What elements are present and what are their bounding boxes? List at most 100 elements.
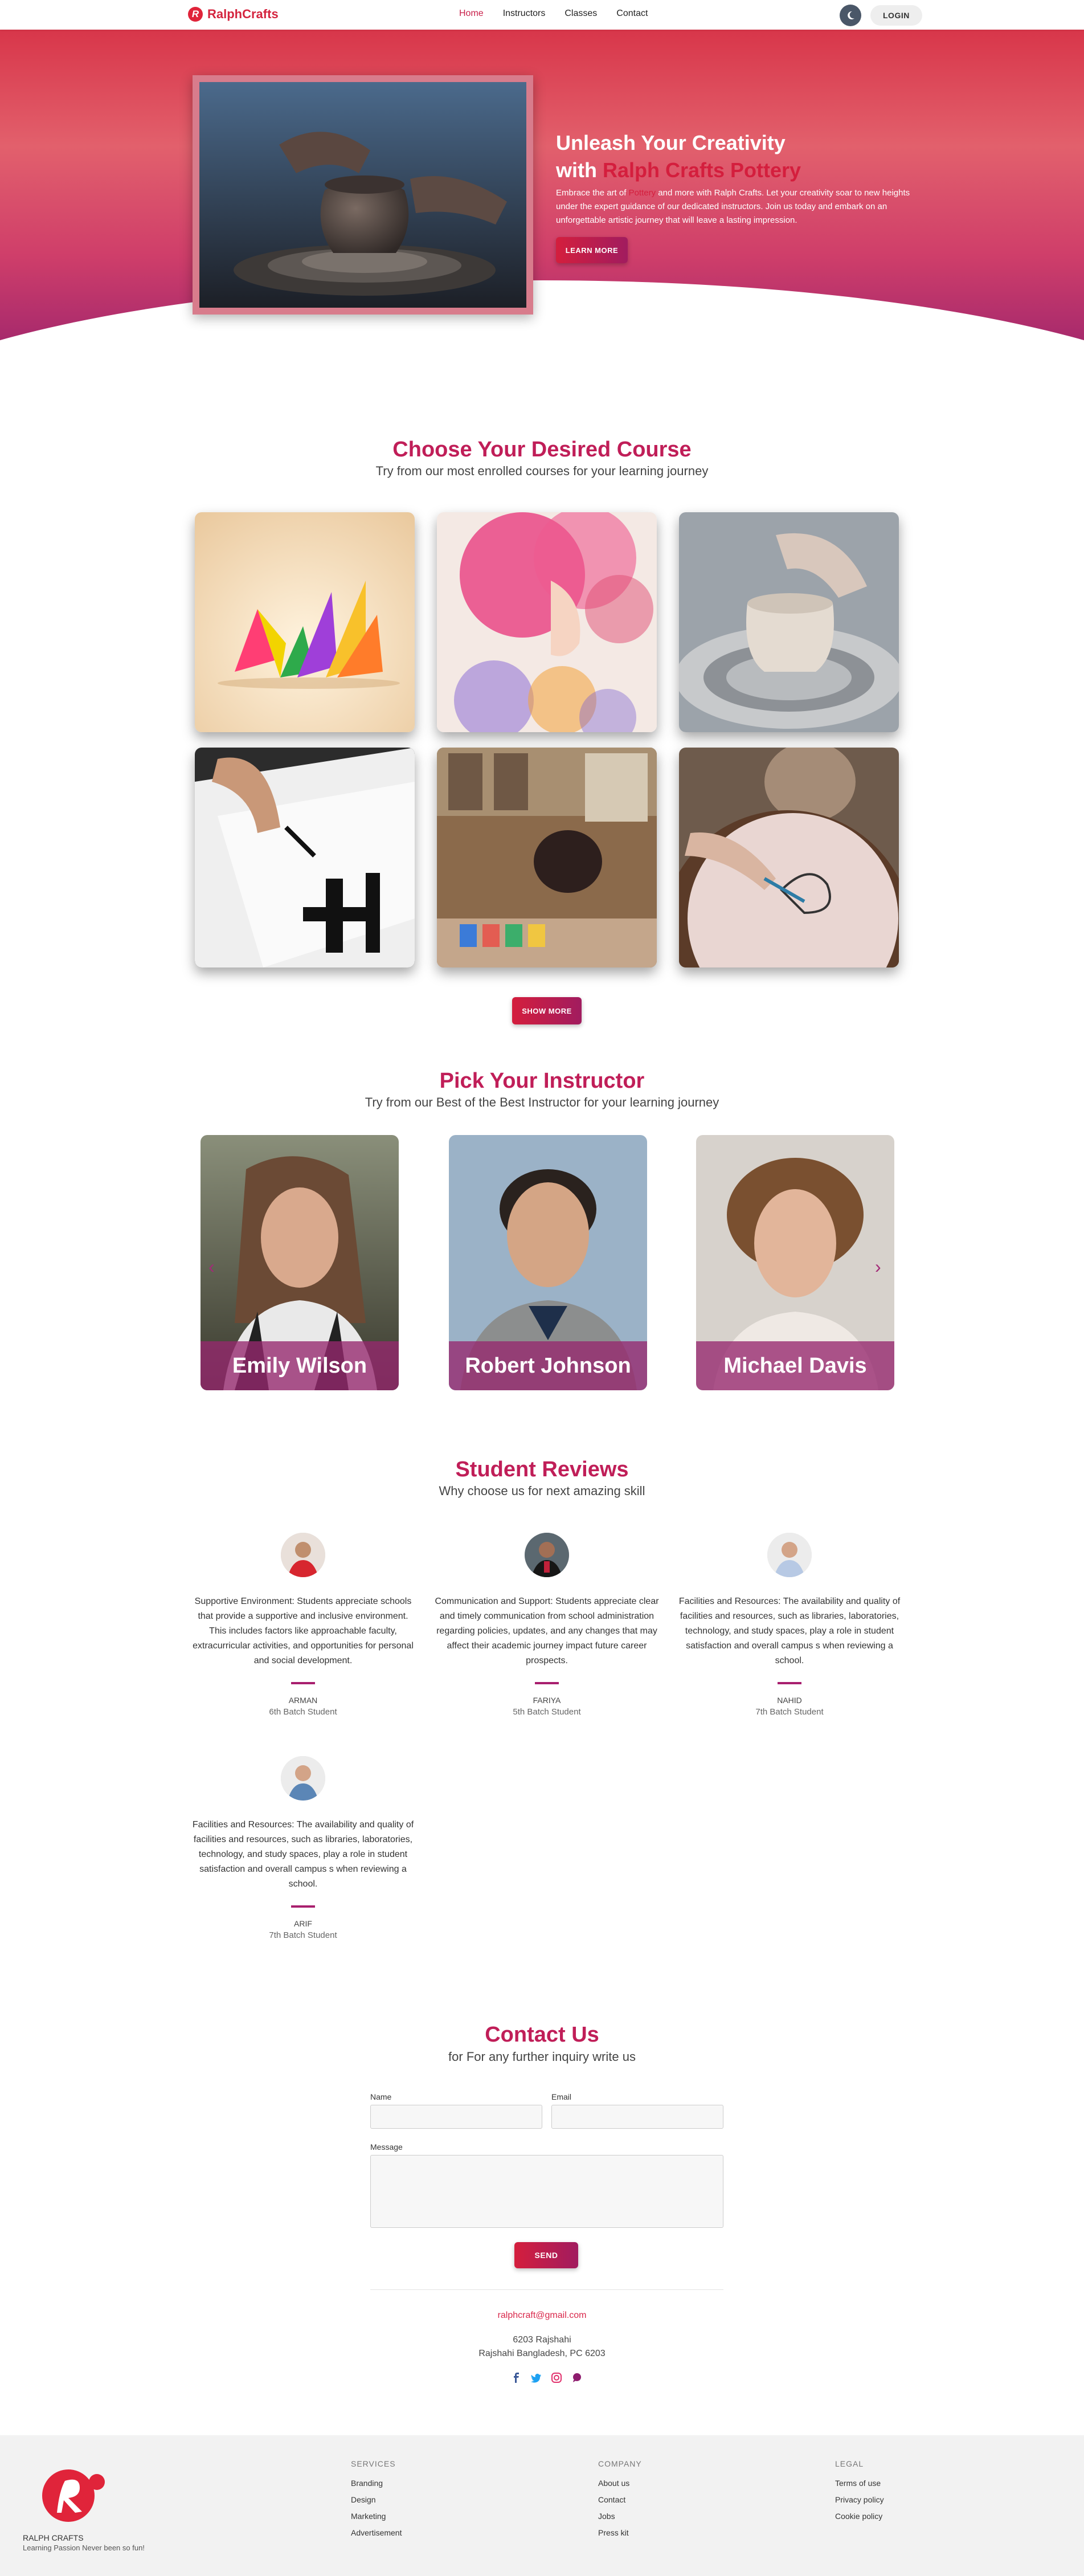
hero-title-highlight: Ralph Crafts Pottery (602, 158, 801, 182)
email-label: Email (551, 2092, 572, 2101)
divider (291, 1682, 315, 1684)
send-button[interactable]: SEND (514, 2242, 578, 2268)
hero-pottery-image (193, 75, 533, 315)
hero-curve-shape (0, 280, 1084, 394)
divider (778, 1682, 801, 1684)
hero-description: Embrace the art of Pottery and more with… (556, 188, 910, 225)
footer-link[interactable]: Press kit (598, 2528, 642, 2537)
course-card-origami[interactable] (195, 512, 415, 732)
chat-icon[interactable] (572, 2373, 582, 2383)
nav-link-classes[interactable]: Classes (565, 9, 597, 19)
review-text: Facilities and Resources: The availabili… (192, 1820, 414, 1889)
instagram-icon[interactable] (551, 2373, 562, 2383)
main-menu: Home Instructors Classes Contact (459, 9, 648, 19)
reviewer-batch: 7th Batch Student (269, 1930, 337, 1940)
contact-address-line1: 6203 Rajshahi (513, 2335, 571, 2345)
review-text: Communication and Support: Students appr… (435, 1597, 659, 1665)
course-card-calligraphy[interactable] (195, 748, 415, 967)
nav-link-contact[interactable]: Contact (616, 9, 648, 19)
show-more-button[interactable]: SHOW MORE (512, 997, 582, 1024)
footer-link[interactable]: Terms of use (835, 2479, 884, 2488)
footer-services: SERVICES Branding Design Marketing Adver… (351, 2459, 402, 2545)
top-navbar: R RalphCrafts Home Instructors Classes C… (0, 0, 1084, 30)
footer-link[interactable]: About us (598, 2479, 642, 2488)
instructor-name: Emily Wilson (201, 1341, 399, 1390)
reviewer-name: ARIF (294, 1919, 312, 1928)
footer-company: COMPANY About us Contact Jobs Press kit (598, 2459, 642, 2545)
reviewer-batch: 5th Batch Student (513, 1707, 581, 1717)
message-field[interactable] (370, 2155, 723, 2228)
reviewer-batch: 6th Batch Student (269, 1707, 337, 1717)
review-card: Supportive Environment: Students appreci… (189, 1533, 417, 1717)
divider (535, 1682, 559, 1684)
facebook-icon[interactable] (512, 2373, 521, 2383)
email-field[interactable] (551, 2105, 723, 2129)
reviews-title: Student Reviews (455, 1458, 629, 1481)
course-card-plate-painting[interactable] (679, 748, 899, 967)
learn-more-button[interactable]: LEARN MORE (556, 237, 628, 263)
instructors-title: Pick Your Instructor (439, 1069, 645, 1093)
contact-title: Contact Us (485, 2023, 599, 2047)
footer-link[interactable]: Advertisement (351, 2528, 402, 2537)
nav-link-instructors[interactable]: Instructors (503, 9, 546, 19)
chevron-right-icon[interactable]: › (875, 1256, 881, 1277)
footer-logo-icon (42, 2469, 105, 2522)
instructor-name: Robert Johnson (449, 1341, 647, 1390)
hero-banner: Unleash Your Creativity with Ralph Craft… (0, 30, 1084, 394)
reviewer-name: FARIYA (533, 1696, 561, 1705)
social-links (512, 2373, 582, 2383)
footer-brand: RALPH CRAFTS (23, 2533, 84, 2542)
instructor-name: Michael Davis (696, 1341, 894, 1390)
divider (291, 1905, 315, 1908)
review-card: Communication and Support: Students appr… (433, 1533, 661, 1717)
courses-subtitle: Try from our most enrolled courses for y… (375, 464, 709, 478)
footer-link[interactable]: Jobs (598, 2512, 642, 2521)
nav-actions: LOGIN (840, 5, 922, 26)
footer-link[interactable]: Contact (598, 2495, 642, 2504)
footer-heading: SERVICES (351, 2459, 396, 2468)
footer-heading: COMPANY (598, 2459, 642, 2468)
login-button[interactable]: LOGIN (870, 5, 922, 26)
review-text: Supportive Environment: Students appreci… (193, 1597, 414, 1665)
brand-link[interactable]: R RalphCrafts (188, 7, 279, 22)
avatar (281, 1533, 325, 1577)
instructor-card[interactable]: Robert Johnson (449, 1135, 647, 1390)
footer-link[interactable]: Design (351, 2495, 402, 2504)
footer-link[interactable]: Privacy policy (835, 2495, 884, 2504)
contact-address-line2: Rajshahi Bangladesh, PC 6203 (478, 2349, 606, 2358)
footer-link[interactable]: Cookie policy (835, 2512, 884, 2521)
reviewer-name: NAHID (777, 1696, 802, 1705)
avatar (767, 1533, 812, 1577)
message-label: Message (370, 2142, 403, 2152)
name-field[interactable] (370, 2105, 542, 2129)
contact-divider (370, 2289, 723, 2290)
instructor-card[interactable]: Michael Davis (696, 1135, 894, 1390)
instructors-subtitle: Try from our Best of the Best Instructor… (365, 1095, 719, 1109)
reviews-subtitle: Why choose us for next amazing skill (439, 1484, 645, 1498)
review-card: Facilities and Resources: The availabili… (189, 1756, 417, 1940)
chevron-left-icon[interactable]: ‹ (208, 1256, 215, 1277)
footer-tagline: Learning Passion Never been so fun! (23, 2544, 145, 2552)
brand-logo-icon: R (188, 7, 203, 22)
footer-heading: LEGAL (835, 2459, 864, 2468)
nav-link-home[interactable]: Home (459, 9, 484, 19)
site-footer: RALPH CRAFTS Learning Passion Never been… (0, 2435, 1084, 2576)
review-text: Facilities and Resources: The availabili… (678, 1597, 901, 1665)
footer-link[interactable]: Branding (351, 2479, 402, 2488)
avatar (525, 1533, 569, 1577)
footer-legal: LEGAL Terms of use Privacy policy Cookie… (835, 2459, 884, 2528)
instructor-card[interactable]: Emily Wilson (201, 1135, 399, 1390)
contact-email-link[interactable]: ralphcraft@gmail.com (0, 2310, 1084, 2321)
twitter-icon[interactable] (531, 2373, 541, 2383)
name-label: Name (370, 2092, 392, 2101)
course-card-watercolor[interactable] (437, 512, 657, 732)
courses-title: Choose Your Desired Course (392, 438, 692, 462)
hero-title: Unleash Your Creativity with Ralph Craft… (556, 129, 801, 184)
hero-desc-highlight: Pottery (628, 188, 656, 198)
contact-subtitle: for For any further inquiry write us (448, 2050, 636, 2064)
avatar (281, 1756, 325, 1801)
course-card-pottery[interactable] (679, 512, 899, 732)
footer-link[interactable]: Marketing (351, 2512, 402, 2521)
moon-icon[interactable] (840, 5, 861, 26)
course-card-classroom[interactable] (437, 748, 657, 967)
